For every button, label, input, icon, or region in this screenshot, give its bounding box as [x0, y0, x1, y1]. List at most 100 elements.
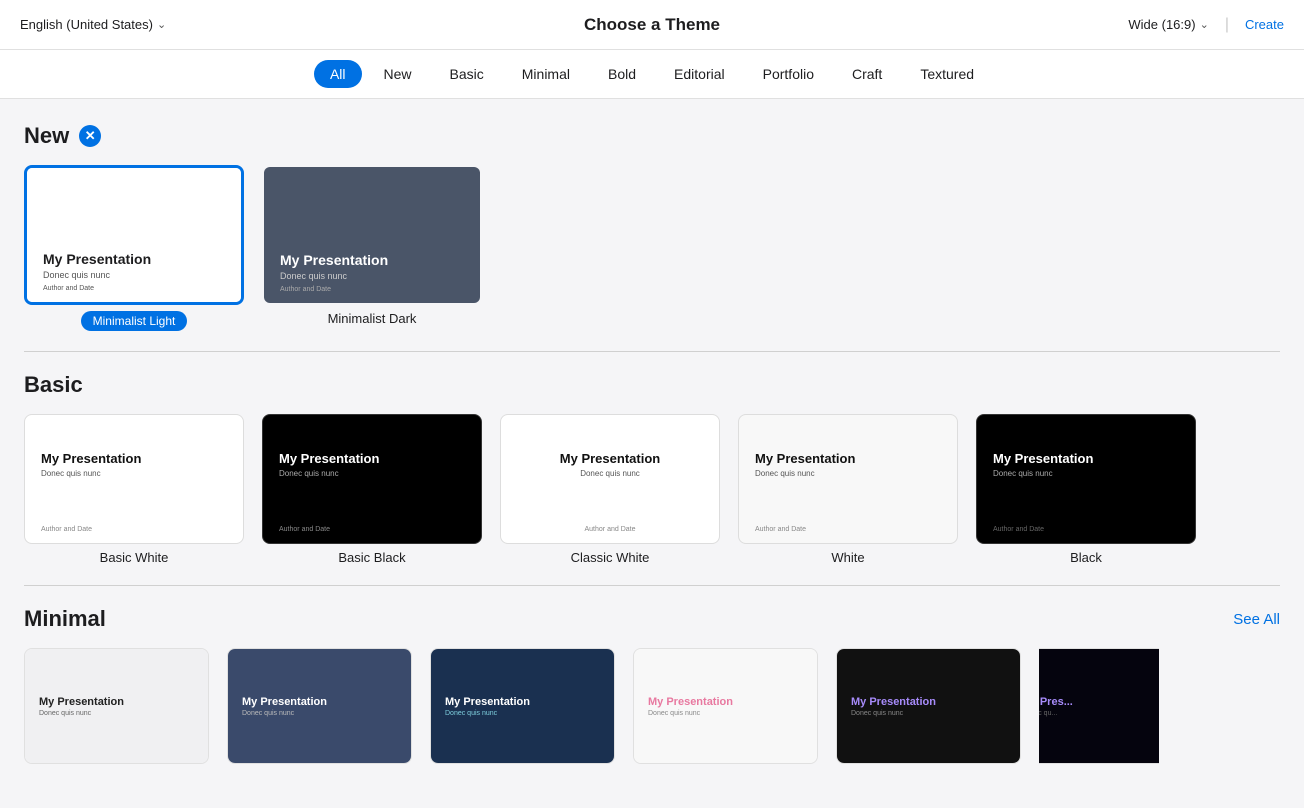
header-right: Wide (16:9) ⌄ | Create: [1128, 16, 1284, 34]
aspect-ratio-chevron-icon: ⌄: [1200, 18, 1209, 31]
classic-white-author: Author and Date: [501, 526, 719, 533]
white-author: Author and Date: [755, 526, 806, 533]
basic-black-label: Basic Black: [338, 550, 405, 565]
minimalist-light-label-row: Minimalist Light: [81, 311, 188, 331]
theme-card-classic-white[interactable]: My Presentation Donec quis nunc Author a…: [500, 414, 720, 565]
basic-black-thumb: My Presentation Donec quis nunc Author a…: [262, 414, 482, 544]
new-theme-grid: My Presentation Donec quis nunc Author a…: [24, 165, 1280, 331]
tab-editorial[interactable]: Editorial: [658, 60, 741, 88]
basic-white-subtitle: Donec quis nunc: [41, 469, 227, 478]
minimal-3-thumb: My Presentation Donec quis nunc: [430, 648, 615, 764]
minimal-1-title: My Presentation: [39, 696, 194, 708]
minimal-theme-grid: My Presentation Donec quis nunc My Prese…: [24, 648, 1280, 764]
basic-black-subtitle: Donec quis nunc: [279, 469, 465, 478]
basic-white-title: My Presentation: [41, 451, 227, 466]
black-thumb: My Presentation Donec quis nunc Author a…: [976, 414, 1196, 544]
minimal-section: Minimal See All My Presentation Donec qu…: [24, 606, 1280, 764]
minimal-5-thumb-inner: My Presentation Donec quis nunc: [837, 649, 1020, 763]
minimal-3-thumb-inner: My Presentation Donec quis nunc: [431, 649, 614, 763]
white-label: White: [831, 550, 864, 565]
classic-white-label: Classic White: [571, 550, 650, 565]
theme-card-minimal-1[interactable]: My Presentation Donec quis nunc: [24, 648, 209, 764]
tab-minimal[interactable]: Minimal: [506, 60, 586, 88]
minimal-1-thumb-inner: My Presentation Donec quis nunc: [25, 649, 208, 763]
create-button[interactable]: Create: [1245, 17, 1284, 32]
minimalist-dark-label-row: Minimalist Dark: [328, 311, 417, 326]
theme-card-minimal-2[interactable]: My Presentation Donec quis nunc: [227, 648, 412, 764]
minimal-6-thumb-inner: My Pres... Donec qu...: [1039, 649, 1159, 763]
minimalist-dark-thumb: My Presentation Donec quis nunc Author a…: [262, 165, 482, 305]
basic-section-title: Basic: [24, 372, 83, 398]
minimal-5-thumb: My Presentation Donec quis nunc: [836, 648, 1021, 764]
minimalist-dark-label: Minimalist Dark: [328, 311, 417, 326]
minimalist-dark-author: Author and Date: [280, 286, 331, 293]
minimal-5-subtitle: Donec quis nunc: [851, 710, 1006, 717]
tab-new[interactable]: New: [368, 60, 428, 88]
theme-card-minimal-6[interactable]: My Pres... Donec qu...: [1039, 648, 1159, 764]
minimalist-dark-thumb-inner: My Presentation Donec quis nunc Author a…: [264, 167, 480, 303]
main-content: New ✕ My Presentation Donec quis nunc Au…: [0, 99, 1304, 808]
theme-card-basic-black[interactable]: My Presentation Donec quis nunc Author a…: [262, 414, 482, 565]
minimalist-light-title: My Presentation: [43, 251, 225, 267]
minimal-2-thumb-inner: My Presentation Donec quis nunc: [228, 649, 411, 763]
aspect-ratio-label: Wide (16:9): [1128, 17, 1195, 32]
theme-card-minimal-5[interactable]: My Presentation Donec quis nunc: [836, 648, 1021, 764]
tab-basic[interactable]: Basic: [434, 60, 500, 88]
classic-white-title: My Presentation: [517, 451, 703, 466]
basic-theme-grid: My Presentation Donec quis nunc Author a…: [24, 414, 1280, 565]
white-title: My Presentation: [755, 451, 941, 466]
theme-card-minimal-4[interactable]: My Presentation Donec quis nunc: [633, 648, 818, 764]
minimalist-light-thumb: My Presentation Donec quis nunc Author a…: [24, 165, 244, 305]
classic-white-subtitle: Donec quis nunc: [517, 469, 703, 478]
theme-card-minimalist-light[interactable]: My Presentation Donec quis nunc Author a…: [24, 165, 244, 331]
minimalist-light-subtitle: Donec quis nunc: [43, 270, 225, 280]
minimal-4-thumb-inner: My Presentation Donec quis nunc: [634, 649, 817, 763]
new-section-header: New ✕: [24, 123, 1280, 149]
minimal-section-title: Minimal: [24, 606, 106, 632]
tab-bar: All New Basic Minimal Bold Editorial Por…: [0, 50, 1304, 99]
language-selector[interactable]: English (United States) ⌄: [20, 17, 166, 32]
header-divider: |: [1225, 16, 1229, 34]
minimal-6-title: My Pres...: [1039, 696, 1159, 708]
page-title: Choose a Theme: [584, 15, 720, 35]
classic-white-thumb: My Presentation Donec quis nunc Author a…: [500, 414, 720, 544]
theme-card-black[interactable]: My Presentation Donec quis nunc Author a…: [976, 414, 1196, 565]
basic-minimal-divider: [24, 585, 1280, 586]
black-subtitle: Donec quis nunc: [993, 469, 1179, 478]
tab-all[interactable]: All: [314, 60, 362, 88]
minimal-section-header: Minimal See All: [24, 606, 1280, 632]
minimal-1-thumb: My Presentation Donec quis nunc: [24, 648, 209, 764]
basic-black-title: My Presentation: [279, 451, 465, 466]
minimal-see-all-link[interactable]: See All: [1233, 611, 1280, 628]
new-section-title-row: New ✕: [24, 123, 101, 149]
minimal-6-thumb: My Pres... Donec qu...: [1039, 648, 1159, 764]
basic-white-author: Author and Date: [41, 526, 92, 533]
minimal-2-title: My Presentation: [242, 696, 397, 708]
minimal-2-subtitle: Donec quis nunc: [242, 710, 397, 717]
minimal-5-title: My Presentation: [851, 696, 1006, 708]
theme-card-minimalist-dark[interactable]: My Presentation Donec quis nunc Author a…: [262, 165, 482, 331]
header: English (United States) ⌄ Choose a Theme…: [0, 0, 1304, 50]
aspect-ratio-selector[interactable]: Wide (16:9) ⌄: [1128, 17, 1208, 32]
new-section-close-button[interactable]: ✕: [79, 125, 101, 147]
tab-textured[interactable]: Textured: [904, 60, 990, 88]
minimalist-light-selected-badge: Minimalist Light: [81, 311, 188, 331]
tab-bold[interactable]: Bold: [592, 60, 652, 88]
minimal-3-title: My Presentation: [445, 696, 600, 708]
theme-card-basic-white[interactable]: My Presentation Donec quis nunc Author a…: [24, 414, 244, 565]
tab-craft[interactable]: Craft: [836, 60, 898, 88]
tab-portfolio[interactable]: Portfolio: [747, 60, 830, 88]
theme-card-white[interactable]: My Presentation Donec quis nunc Author a…: [738, 414, 958, 565]
language-label: English (United States): [20, 17, 153, 32]
new-basic-divider: [24, 351, 1280, 352]
basic-black-author: Author and Date: [279, 526, 330, 533]
minimal-1-subtitle: Donec quis nunc: [39, 710, 194, 717]
minimalist-dark-subtitle: Donec quis nunc: [280, 271, 464, 281]
theme-card-minimal-3[interactable]: My Presentation Donec quis nunc: [430, 648, 615, 764]
black-title: My Presentation: [993, 451, 1179, 466]
basic-white-label: Basic White: [100, 550, 169, 565]
minimal-4-title: My Presentation: [648, 696, 803, 708]
basic-section: Basic My Presentation Donec quis nunc Au…: [24, 372, 1280, 565]
new-section: New ✕ My Presentation Donec quis nunc Au…: [24, 123, 1280, 331]
minimal-6-subtitle: Donec qu...: [1039, 710, 1159, 717]
